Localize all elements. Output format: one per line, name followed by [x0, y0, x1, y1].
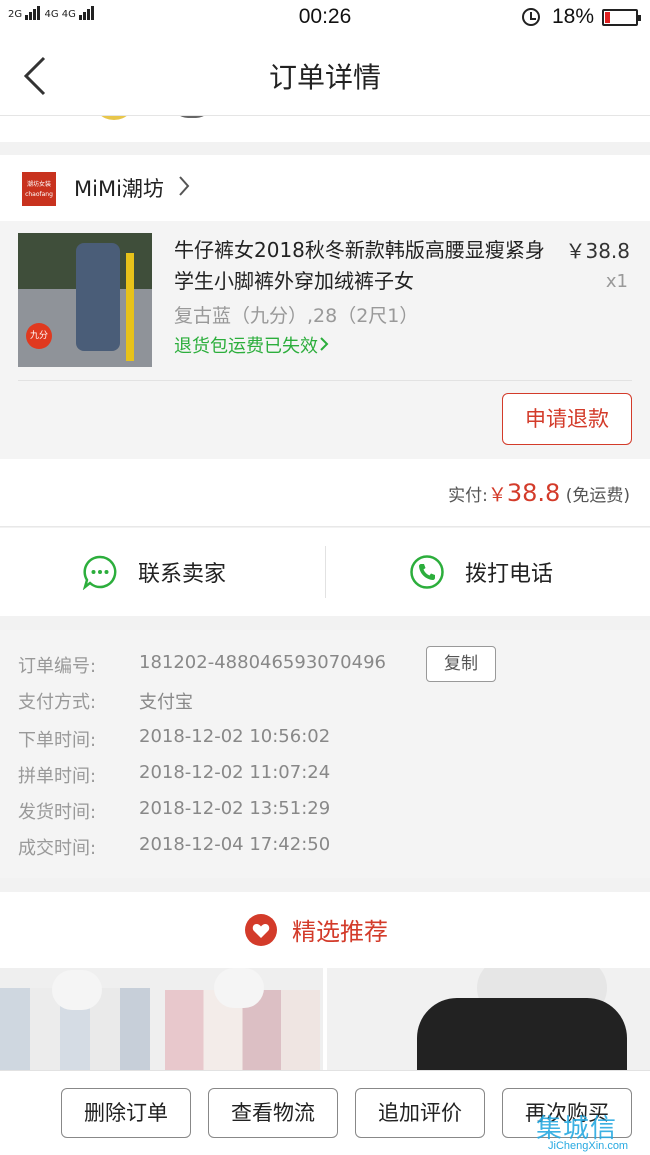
heart-icon — [245, 913, 277, 946]
watermark: 集城信 JiChengXin.com — [536, 1114, 629, 1152]
recommend-product-card[interactable] — [0, 968, 323, 1071]
ship-time-row: 发货时间: 2018-12-02 13:51:29 — [18, 798, 331, 823]
order-number: 181202-488046593070496 — [139, 652, 386, 673]
paid-amount: 38.8 — [506, 479, 561, 507]
phone-icon — [410, 555, 444, 589]
battery-icon — [602, 8, 641, 26]
shop-header[interactable]: 潮坊女装 chaofang MiMi潮坊 — [0, 155, 650, 221]
partial-image — [92, 116, 136, 120]
group-time-row: 拼单时间: 2018-12-02 11:07:24 — [18, 762, 331, 787]
call-button[interactable]: 拨打电话 — [409, 528, 553, 616]
divider — [325, 546, 326, 598]
chevron-right-icon — [179, 176, 190, 196]
product-thumbnail[interactable]: 九分 — [18, 233, 152, 367]
shop-name[interactable]: MiMi潮坊 — [74, 173, 164, 203]
chat-icon — [82, 555, 117, 590]
delete-order-button[interactable]: 删除订单 — [61, 1088, 191, 1138]
call-label: 拨打电话 — [465, 562, 554, 587]
recommend-header: 精选推荐 — [0, 892, 650, 966]
chevron-right-icon — [320, 337, 329, 351]
view-logistics-button[interactable]: 查看物流 — [208, 1088, 338, 1138]
paid-label: 实付: — [448, 486, 488, 506]
contact-bar: 联系卖家 拨打电话 — [0, 528, 650, 616]
paid-summary: 实付:￥38.8 (免运费) — [0, 459, 650, 527]
partial-image — [172, 116, 212, 118]
recommend-grid — [0, 966, 650, 1071]
copy-button[interactable]: 复制 — [426, 646, 496, 682]
order-number-row: 订单编号: 181202-488046593070496 — [18, 652, 386, 677]
scrolled-content-strip — [0, 116, 650, 142]
contact-seller-label: 联系卖家 — [138, 562, 227, 587]
contact-seller-button[interactable]: 联系卖家 — [82, 528, 226, 616]
refund-button[interactable]: 申请退款 — [502, 393, 632, 445]
product-price: ￥38.8 — [565, 239, 630, 263]
order-time-row: 下单时间: 2018-12-02 10:56:02 — [18, 726, 331, 751]
shop-logo: 潮坊女装 chaofang — [22, 172, 56, 206]
thumbnail-badge: 九分 — [26, 323, 52, 349]
alarm-icon — [521, 8, 540, 26]
payment-method-row: 支付方式: 支付宝 — [18, 692, 193, 713]
shipping-note: (免运费) — [565, 486, 630, 506]
product-quantity: x1 — [605, 271, 628, 292]
page-title: 订单详情 — [268, 61, 381, 94]
order-item[interactable]: 九分 牛仔裤女2018秋冬新款韩版高腰显瘦紧身学生小脚裤外穿加绒裤子女 ￥38.… — [0, 221, 650, 459]
recommend-title: 精选推荐 — [292, 918, 388, 946]
battery-percent: 18% — [551, 5, 594, 28]
recommend-product-card[interactable] — [327, 968, 650, 1071]
paid-currency: ￥ — [487, 484, 507, 506]
return-shipping-link[interactable]: 退货包运费已失效 — [174, 332, 330, 358]
product-spec: 复古蓝（九分）,28（2尺1） — [174, 305, 419, 327]
order-info: 订单编号: 181202-488046593070496 复制 支付方式: 支付宝 … — [0, 630, 650, 878]
nav-bar: 订单详情 — [0, 34, 650, 116]
divider — [18, 380, 632, 381]
product-title[interactable]: 牛仔裤女2018秋冬新款韩版高腰显瘦紧身学生小脚裤外穿加绒裤子女 — [174, 235, 554, 297]
status-bar: 2G 4G 4G 00:26 18% — [0, 0, 650, 34]
add-review-button[interactable]: 追加评价 — [355, 1088, 485, 1138]
deal-time-row: 成交时间: 2018-12-04 17:42:50 — [18, 834, 331, 859]
